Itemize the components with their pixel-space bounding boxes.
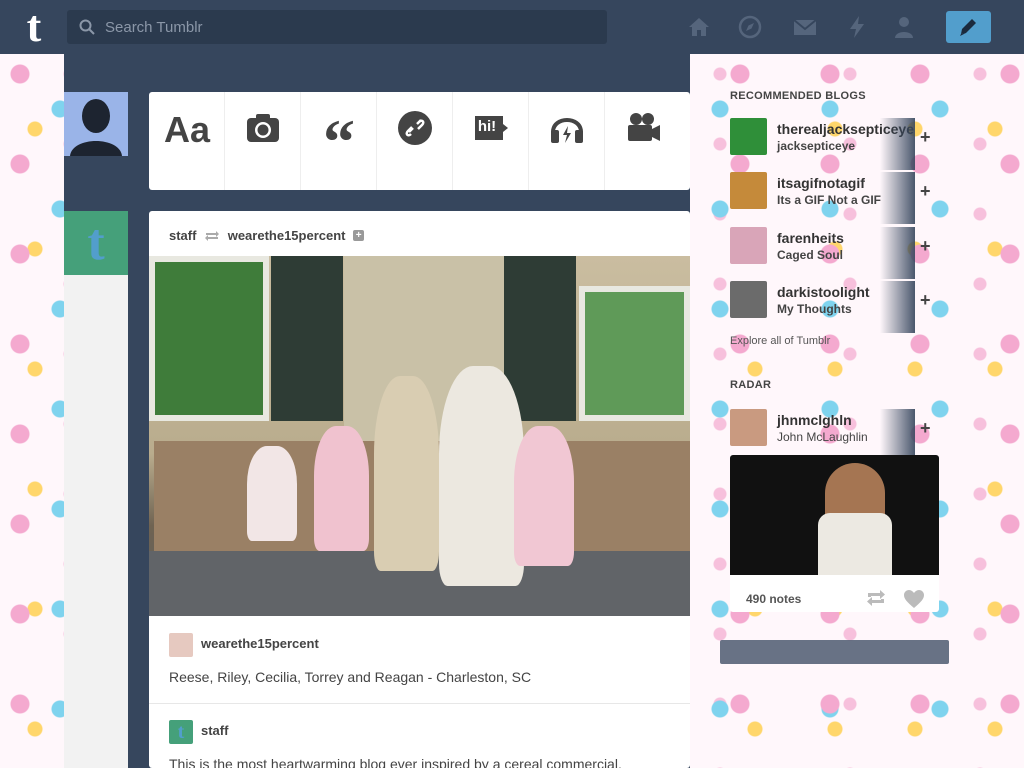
follow-plus-icon[interactable]: + xyxy=(920,181,931,202)
blog-avatar xyxy=(730,118,767,155)
blog-avatar xyxy=(730,227,767,264)
blog-title: Its a GIF Not a GIF xyxy=(777,193,882,207)
follow-plus-icon[interactable]: + xyxy=(920,127,931,148)
blog-title: My Thoughts xyxy=(777,302,852,316)
link-icon xyxy=(398,111,432,145)
video-camera-icon xyxy=(628,113,660,141)
mail-icon[interactable] xyxy=(793,15,817,39)
source-blog-name[interactable]: wearethe15percent xyxy=(201,636,319,651)
recommended-blog-item[interactable]: therealjacksepticeye jacksepticeye + xyxy=(730,118,931,170)
dashboard-gutter xyxy=(64,275,128,768)
follow-plus-icon[interactable]: + xyxy=(920,418,931,439)
blog-name[interactable]: darkistoolight xyxy=(777,284,870,300)
camera-icon xyxy=(247,114,279,142)
blog-avatar xyxy=(730,409,767,446)
post-type-chat[interactable]: hi! xyxy=(453,92,529,190)
search-input[interactable] xyxy=(105,10,595,44)
account-person-icon[interactable] xyxy=(892,15,916,39)
post-type-video[interactable] xyxy=(605,92,681,190)
post-type-bar: Aa “ hi! xyxy=(149,92,690,190)
reblogged-from-link[interactable]: wearethe15percent xyxy=(228,228,346,243)
radar-post-image[interactable] xyxy=(730,455,939,575)
text-post-icon: Aa xyxy=(163,109,211,150)
radar-heading: RADAR xyxy=(730,379,772,391)
blog-title: jacksepticeye xyxy=(777,139,856,153)
follow-plus-icon[interactable]: + xyxy=(353,230,365,242)
heart-icon[interactable] xyxy=(903,589,925,609)
post-caption: Reese, Riley, Cecilia, Torrey and Reagan… xyxy=(169,669,532,685)
staff-avatar[interactable]: t xyxy=(64,211,128,275)
post-divider xyxy=(149,703,690,704)
follow-plus-icon[interactable]: + xyxy=(920,236,931,257)
post-type-quote[interactable]: “ xyxy=(301,92,377,190)
blog-name[interactable]: farenheits xyxy=(777,230,844,246)
blog-avatar xyxy=(730,281,767,318)
post-type-link[interactable] xyxy=(377,92,453,190)
explore-compass-icon[interactable] xyxy=(738,15,762,39)
tumblr-logo-icon[interactable]: t xyxy=(14,5,54,49)
silhouette-icon xyxy=(70,99,122,156)
reblog-comment-text: This is the most heartwarming blog ever … xyxy=(169,756,622,768)
blog-name[interactable]: itsagifnotagif xyxy=(777,175,865,191)
chat-label: hi! xyxy=(477,118,497,135)
top-navigation-bar: t xyxy=(0,0,1024,54)
quote-icon: “ xyxy=(323,106,355,177)
blog-title: Caged Soul xyxy=(777,248,844,262)
recommended-blog-item[interactable]: farenheits Caged Soul + xyxy=(730,227,931,279)
recommended-blogs-heading: RECOMMENDED BLOGS xyxy=(730,90,866,102)
recommended-blog-item[interactable]: itsagifnotagif Its a GIF Not a GIF + xyxy=(730,172,931,224)
staff-mini-avatar: t xyxy=(169,719,193,744)
pencil-icon xyxy=(960,19,976,36)
compose-button[interactable] xyxy=(946,11,991,43)
sidebar-footer-panel xyxy=(720,640,949,664)
post-type-photo[interactable] xyxy=(225,92,301,190)
post-source[interactable]: wearethe15percent xyxy=(169,632,319,657)
recommended-blog-item[interactable]: darkistoolight My Thoughts + xyxy=(730,281,931,333)
reblogger-name[interactable]: staff xyxy=(201,723,228,738)
blog-avatar xyxy=(730,172,767,209)
headphones-icon xyxy=(551,118,583,143)
radar-blog-item[interactable]: jhnmclghln John McLaughlin + xyxy=(730,409,931,461)
dashboard-post: staff wearethe15percent + wearethe15perc… xyxy=(149,211,690,768)
radar-post[interactable]: 490 notes xyxy=(730,455,939,612)
post-type-audio[interactable] xyxy=(529,92,605,190)
home-icon[interactable] xyxy=(687,15,711,39)
post-header: staff wearethe15percent + xyxy=(169,227,365,245)
reblog-icon xyxy=(205,230,220,241)
user-avatar[interactable] xyxy=(64,92,128,156)
post-type-text[interactable]: Aa xyxy=(149,92,225,190)
blog-title: John McLaughlin xyxy=(777,430,868,444)
post-photo[interactable] xyxy=(149,256,690,616)
source-avatar xyxy=(169,632,193,657)
explore-link[interactable]: Explore all of Tumblr xyxy=(730,335,830,347)
reblog-comment-header[interactable]: t staff xyxy=(169,719,228,744)
blog-name[interactable]: jhnmclghln xyxy=(777,412,852,428)
post-author-link[interactable]: staff xyxy=(169,228,196,243)
follow-plus-icon[interactable]: + xyxy=(920,290,931,311)
reblog-icon[interactable] xyxy=(865,589,887,607)
search-bar[interactable] xyxy=(67,10,607,44)
notes-count[interactable]: 490 notes xyxy=(746,592,801,606)
activity-bolt-icon[interactable] xyxy=(845,15,869,39)
search-icon xyxy=(79,19,95,35)
